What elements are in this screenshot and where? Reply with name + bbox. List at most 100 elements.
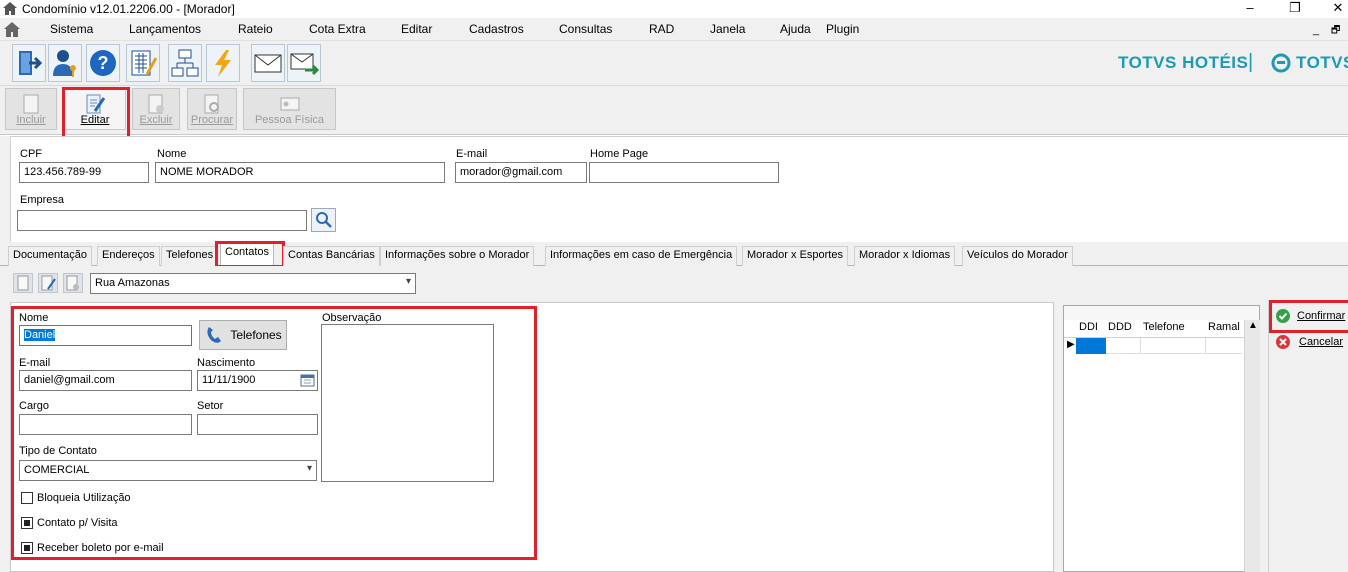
- grid-cell-ramal[interactable]: [1206, 338, 1242, 354]
- menu-editar[interactable]: Editar: [401, 22, 432, 36]
- homepage-field[interactable]: [589, 162, 779, 183]
- tipo-contato-label: Tipo de Contato: [19, 445, 97, 457]
- mdi-minimize-button[interactable]: _: [1313, 24, 1319, 36]
- cpf-label: CPF: [20, 148, 42, 160]
- visita-checkbox[interactable]: [21, 517, 33, 529]
- incluir-button[interactable]: Incluir: [5, 88, 57, 130]
- grid-scrollbar[interactable]: ▲: [1244, 320, 1260, 572]
- search-document-icon: [204, 94, 219, 114]
- menu-sistema[interactable]: Sistema: [50, 22, 93, 36]
- telefones-button[interactable]: Telefones: [199, 320, 287, 350]
- telefones-button-label: Telefones: [230, 328, 282, 342]
- brand-totvs: TOTVS: [1296, 53, 1348, 72]
- help-icon: ?: [90, 50, 116, 76]
- tab-strip: Documentação Endereços Telefones Contato…: [0, 241, 1348, 268]
- brand-separator: |: [1248, 51, 1254, 73]
- tab-contas-bancarias[interactable]: Contas Bancárias: [283, 246, 380, 266]
- tab-emergencia[interactable]: Informações em caso de Emergência: [545, 246, 738, 266]
- cancelar-label: Cancelar: [1299, 336, 1344, 348]
- setor-field[interactable]: [197, 414, 318, 435]
- excluir-button[interactable]: Excluir: [132, 88, 180, 130]
- empresa-field[interactable]: [17, 210, 307, 231]
- tab-morador-idiomas[interactable]: Morador x Idiomas: [854, 246, 956, 266]
- menu-rateio[interactable]: Rateio: [238, 22, 273, 36]
- tab-informacoes-morador[interactable]: Informações sobre o Morador: [380, 246, 535, 266]
- nome-field[interactable]: NOME MORADOR: [155, 162, 445, 183]
- grid-selected-cell[interactable]: [1076, 338, 1106, 354]
- incluir-label: Incluir: [16, 114, 46, 126]
- menu-rad[interactable]: RAD: [649, 22, 674, 36]
- phones-grid[interactable]: DDI DDD Telefone Ramal ▶: [1063, 305, 1260, 572]
- contact-edit-button[interactable]: [38, 273, 58, 293]
- help-button[interactable]: ?: [86, 44, 120, 82]
- cargo-field[interactable]: [19, 414, 192, 435]
- menu-janela[interactable]: Janela: [710, 22, 745, 36]
- scroll-up-icon[interactable]: ▲: [1248, 320, 1258, 331]
- contact-delete-button[interactable]: [63, 273, 83, 293]
- tipo-contato-select[interactable]: COMERCIAL ▾: [19, 460, 317, 481]
- contact-nome-label: Nome: [19, 312, 49, 324]
- empresa-search-button[interactable]: [311, 208, 336, 232]
- observacao-field[interactable]: [321, 324, 494, 482]
- menu-cadastros[interactable]: Cadastros: [469, 22, 524, 36]
- restore-button[interactable]: ❐: [1280, 0, 1310, 18]
- new-document-icon: [23, 94, 39, 114]
- visita-checkbox-row[interactable]: Contato p/ Visita: [21, 517, 118, 529]
- grid-header-telefone[interactable]: Telefone: [1143, 321, 1185, 338]
- lightning-icon: [215, 50, 231, 77]
- main-toolbar: ? TOTVS HOTÉIS | TOTVS: [0, 40, 1348, 85]
- contact-email-field[interactable]: daniel@gmail.com: [19, 370, 192, 391]
- menu-lancamentos[interactable]: Lançamentos: [129, 22, 201, 36]
- minimize-button[interactable]: ‒: [1235, 0, 1265, 18]
- lightning-button[interactable]: [206, 44, 240, 82]
- email-label: E-mail: [456, 148, 488, 160]
- record-toolbar: Incluir Editar Excluir Procurar Pessoa F…: [0, 85, 1348, 141]
- tab-morador-esportes[interactable]: Morador x Esportes: [742, 246, 848, 266]
- contact-nome-field[interactable]: Daniel: [19, 325, 192, 346]
- totvs-logo-icon: [1271, 53, 1291, 73]
- menu-bar: Sistema Lançamentos Rateio Cota Extra Ed…: [0, 18, 1348, 40]
- cancelar-button[interactable]: Cancelar: [1275, 331, 1348, 353]
- bloqueia-checkbox[interactable]: [21, 492, 33, 504]
- confirmar-label: Confirmar: [1297, 310, 1346, 322]
- address-select[interactable]: Rua Amazonas ▾: [90, 273, 416, 294]
- hierarchy-button[interactable]: [168, 44, 202, 82]
- send-email-button[interactable]: [287, 44, 321, 82]
- calculator-button[interactable]: [126, 44, 160, 82]
- user-key-button[interactable]: [48, 44, 82, 82]
- email-field[interactable]: morador@gmail.com: [455, 162, 587, 183]
- tab-enderecos[interactable]: Endereços: [97, 246, 160, 266]
- title-bar: Condomínio v12.01.2206.00 - [Morador] ‒ …: [0, 0, 1348, 18]
- bloqueia-checkbox-row[interactable]: Bloqueia Utilização: [21, 492, 131, 504]
- tab-veiculos[interactable]: Veículos do Morador: [962, 246, 1073, 266]
- cpf-field[interactable]: 123.456.789-99: [19, 162, 149, 183]
- boleto-checkbox[interactable]: [21, 542, 33, 554]
- grid-header-ddi[interactable]: DDI: [1079, 321, 1098, 338]
- grid-cell-ddd[interactable]: [1106, 338, 1141, 354]
- exit-button[interactable]: [12, 44, 46, 82]
- calendar-icon[interactable]: [300, 374, 315, 387]
- empresa-label: Empresa: [20, 194, 65, 206]
- boleto-checkbox-row[interactable]: Receber boleto por e-mail: [21, 542, 164, 554]
- menu-consultas[interactable]: Consultas: [559, 22, 612, 36]
- menu-ajuda[interactable]: Ajuda: [780, 22, 811, 36]
- tab-documentacao[interactable]: Documentação: [8, 246, 92, 266]
- nascimento-field[interactable]: 11/11/1900: [197, 370, 318, 391]
- mdi-restore-button[interactable]: 🗗: [1331, 23, 1340, 40]
- brand-totvs-hoteis: TOTVS HOTÉIS: [1118, 53, 1249, 72]
- menu-plugin[interactable]: Plugin: [826, 22, 859, 36]
- home-icon[interactable]: [4, 22, 20, 37]
- close-button[interactable]: ✕: [1323, 0, 1348, 18]
- menu-cota-extra[interactable]: Cota Extra: [309, 22, 366, 36]
- grid-cell-telefone[interactable]: [1141, 338, 1206, 354]
- tab-telefones[interactable]: Telefones: [161, 246, 219, 266]
- email-button[interactable]: [251, 44, 285, 82]
- grid-header-ramal[interactable]: Ramal: [1208, 321, 1240, 338]
- check-circle-icon: [1276, 309, 1290, 323]
- pessoa-fisica-button[interactable]: Pessoa Física: [243, 88, 336, 130]
- observacao-label: Observação: [322, 312, 382, 324]
- contact-new-button[interactable]: [13, 273, 33, 293]
- procurar-button[interactable]: Procurar: [187, 88, 237, 130]
- grid-header-ddd[interactable]: DDD: [1108, 321, 1132, 338]
- confirmar-button[interactable]: Confirmar: [1275, 305, 1348, 327]
